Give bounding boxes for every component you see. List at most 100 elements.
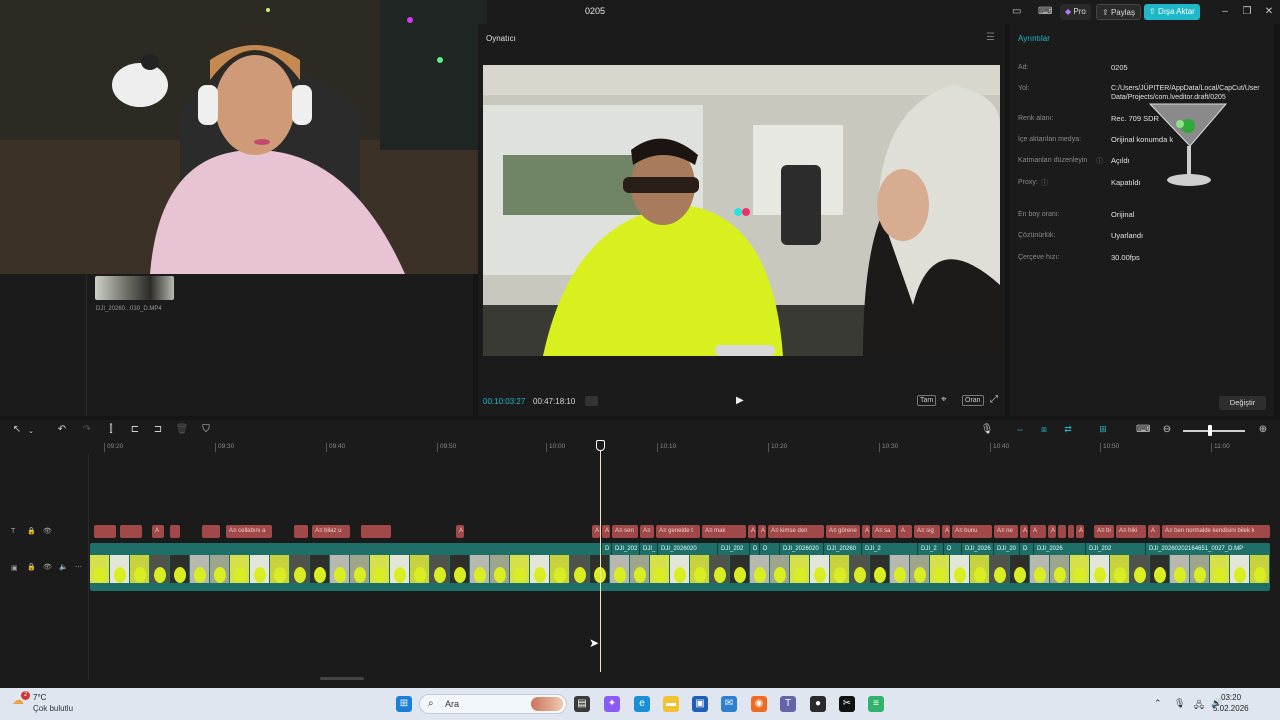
text-clip[interactable]: A≡ bi xyxy=(1094,525,1114,538)
change-button[interactable]: Değiştir xyxy=(1219,396,1266,410)
text-clip[interactable]: A xyxy=(1048,525,1056,538)
text-clip[interactable]: A≡ sa xyxy=(872,525,896,538)
eye-icon[interactable]: 👁 xyxy=(43,563,52,571)
text-clip[interactable]: A≡ sen xyxy=(612,525,638,538)
text-clip[interactable] xyxy=(202,525,220,538)
video-clip[interactable]: D xyxy=(601,543,611,555)
trim-right-icon[interactable]: ⊐ xyxy=(151,424,165,435)
windows-start-icon[interactable]: ⊞ xyxy=(396,696,412,712)
text-clip[interactable]: A≡ mak xyxy=(702,525,746,538)
undo-icon[interactable]: ↶ xyxy=(55,424,69,435)
text-clip[interactable] xyxy=(170,525,180,538)
video-clip[interactable]: DJI_2 xyxy=(917,543,943,555)
video-clip[interactable]: DJI_20260 xyxy=(823,543,861,555)
timeline-scrollbar[interactable] xyxy=(320,677,364,680)
teams-icon[interactable]: T xyxy=(780,696,796,712)
export-button[interactable]: ⇧ Dışa Aktar xyxy=(1144,4,1200,20)
video-clip[interactable]: DJI_202 xyxy=(717,543,749,555)
text-clip[interactable] xyxy=(361,525,391,538)
layout-icon[interactable]: ▭ xyxy=(1012,6,1021,17)
video-clip[interactable]: D xyxy=(943,543,961,555)
video-clip[interactable]: D xyxy=(759,543,779,555)
text-clip[interactable]: A xyxy=(758,525,766,538)
video-clip[interactable]: DJI_2026 xyxy=(961,543,993,555)
text-clip[interactable]: A≡ kimse den xyxy=(768,525,824,538)
clock-date[interactable]: 5.02.2026 xyxy=(1213,704,1249,713)
trim-left-icon[interactable]: ⊏ xyxy=(128,424,142,435)
select-tool-icon[interactable]: ↖ xyxy=(10,424,24,435)
media-thumbnail[interactable] xyxy=(95,276,174,300)
caption-icon[interactable]: ⌨ xyxy=(1136,424,1150,435)
copilot-icon[interactable]: ✦ xyxy=(604,696,620,712)
text-clip[interactable]: A xyxy=(1076,525,1084,538)
preview-axis-icon[interactable]: ⊞ xyxy=(1094,424,1112,435)
info-icon[interactable]: ⓘ xyxy=(1041,178,1048,188)
clock-time[interactable]: 03:20 xyxy=(1221,693,1241,702)
share-button[interactable]: ⇪ Paylaş xyxy=(1096,4,1141,20)
video-clip[interactable]: DJI_2026020 xyxy=(779,543,823,555)
zoom-slider-track[interactable] xyxy=(1183,430,1245,432)
maximize-icon[interactable]: ❐ xyxy=(1239,4,1255,20)
ratio-button[interactable]: Oran xyxy=(962,395,984,406)
text-clip[interactable]: A xyxy=(1020,525,1028,538)
video-clip[interactable]: DJI_202 xyxy=(611,543,639,555)
pro-button[interactable]: ◆ Pro xyxy=(1060,4,1091,20)
microphone-icon[interactable]: 🎙 xyxy=(980,424,994,435)
text-clip[interactable]: A xyxy=(592,525,600,538)
text-clip[interactable]: A≡ hiki xyxy=(1116,525,1146,538)
zoom-out-icon[interactable]: ⊖ xyxy=(1160,424,1174,435)
capcut-icon[interactable]: ✂ xyxy=(839,696,855,712)
text-clip[interactable]: A≡ ben normalde kendisini bilek k xyxy=(1162,525,1270,538)
video-preview[interactable] xyxy=(483,65,1000,356)
link-main-track-icon[interactable]: ⇔ xyxy=(1011,424,1029,434)
video-clip[interactable]: DJI_2026020 xyxy=(657,543,717,555)
info-icon[interactable]: ⓘ xyxy=(1096,156,1103,166)
store-icon[interactable]: ▣ xyxy=(692,696,708,712)
lock-icon[interactable]: 🔒 xyxy=(27,563,36,571)
zoom-slider-handle[interactable] xyxy=(1208,425,1212,436)
text-clip[interactable] xyxy=(120,525,142,538)
lock-icon[interactable]: 🔒 xyxy=(27,527,36,535)
close-icon[interactable]: ✕ xyxy=(1261,4,1277,20)
network-icon[interactable]: 🖧 xyxy=(1194,698,1204,714)
text-clip[interactable]: A xyxy=(456,525,464,538)
menu-icon[interactable]: ☰ xyxy=(986,32,995,43)
text-clip[interactable]: A≡ xyxy=(640,525,654,538)
text-clip[interactable]: A≡ ne xyxy=(994,525,1018,538)
chevron-up-icon[interactable]: ⌃ xyxy=(1154,698,1162,709)
obs-icon[interactable]: ● xyxy=(810,696,826,712)
text-clip[interactable] xyxy=(1058,525,1066,538)
text-clip[interactable]: A xyxy=(152,525,164,538)
video-clip[interactable]: DJI_20 xyxy=(993,543,1019,555)
file-explorer-icon[interactable]: ▬ xyxy=(663,696,679,712)
text-clip[interactable]: A xyxy=(898,525,912,538)
magnet-icon[interactable]: ⧈ xyxy=(1035,424,1053,435)
text-clip[interactable]: A≡ bunu xyxy=(952,525,992,538)
task-view-icon[interactable]: ▤ xyxy=(574,696,590,712)
outlook-icon[interactable]: ✉ xyxy=(721,696,737,712)
text-clip[interactable] xyxy=(1068,525,1074,538)
text-clip[interactable]: A xyxy=(602,525,610,538)
text-clip[interactable]: A≡ cellabını a xyxy=(226,525,272,538)
minimize-icon[interactable]: – xyxy=(1217,4,1233,20)
eye-icon[interactable]: 👁 xyxy=(43,527,52,535)
text-clip[interactable]: A xyxy=(1148,525,1160,538)
text-clip[interactable]: A xyxy=(748,525,756,538)
video-clip[interactable]: DJI_2 xyxy=(861,543,917,555)
video-clip[interactable]: DJI_ xyxy=(639,543,657,555)
delete-icon[interactable]: 🗑 xyxy=(175,424,189,435)
firefox-icon[interactable]: ◉ xyxy=(751,696,767,712)
notepad-icon[interactable]: ≡ xyxy=(868,696,884,712)
audio-icon[interactable]: 🔈 xyxy=(59,563,68,571)
video-clip[interactable]: D xyxy=(749,543,759,555)
timecode-toggle[interactable] xyxy=(585,396,598,406)
play-button[interactable]: ▶ xyxy=(736,395,744,406)
screenshot-icon[interactable]: ⌖ xyxy=(941,394,947,405)
chevron-down-icon[interactable]: ⌄ xyxy=(24,427,38,435)
split-icon[interactable]: ⫿ xyxy=(104,424,118,435)
playhead-handle[interactable] xyxy=(596,440,605,451)
text-clip[interactable]: A≡ sig xyxy=(914,525,940,538)
shield-icon[interactable]: ⛉ xyxy=(199,424,213,435)
zoom-in-icon[interactable]: ⊕ xyxy=(1256,424,1270,435)
full-quality-button[interactable]: Tam xyxy=(917,395,937,406)
